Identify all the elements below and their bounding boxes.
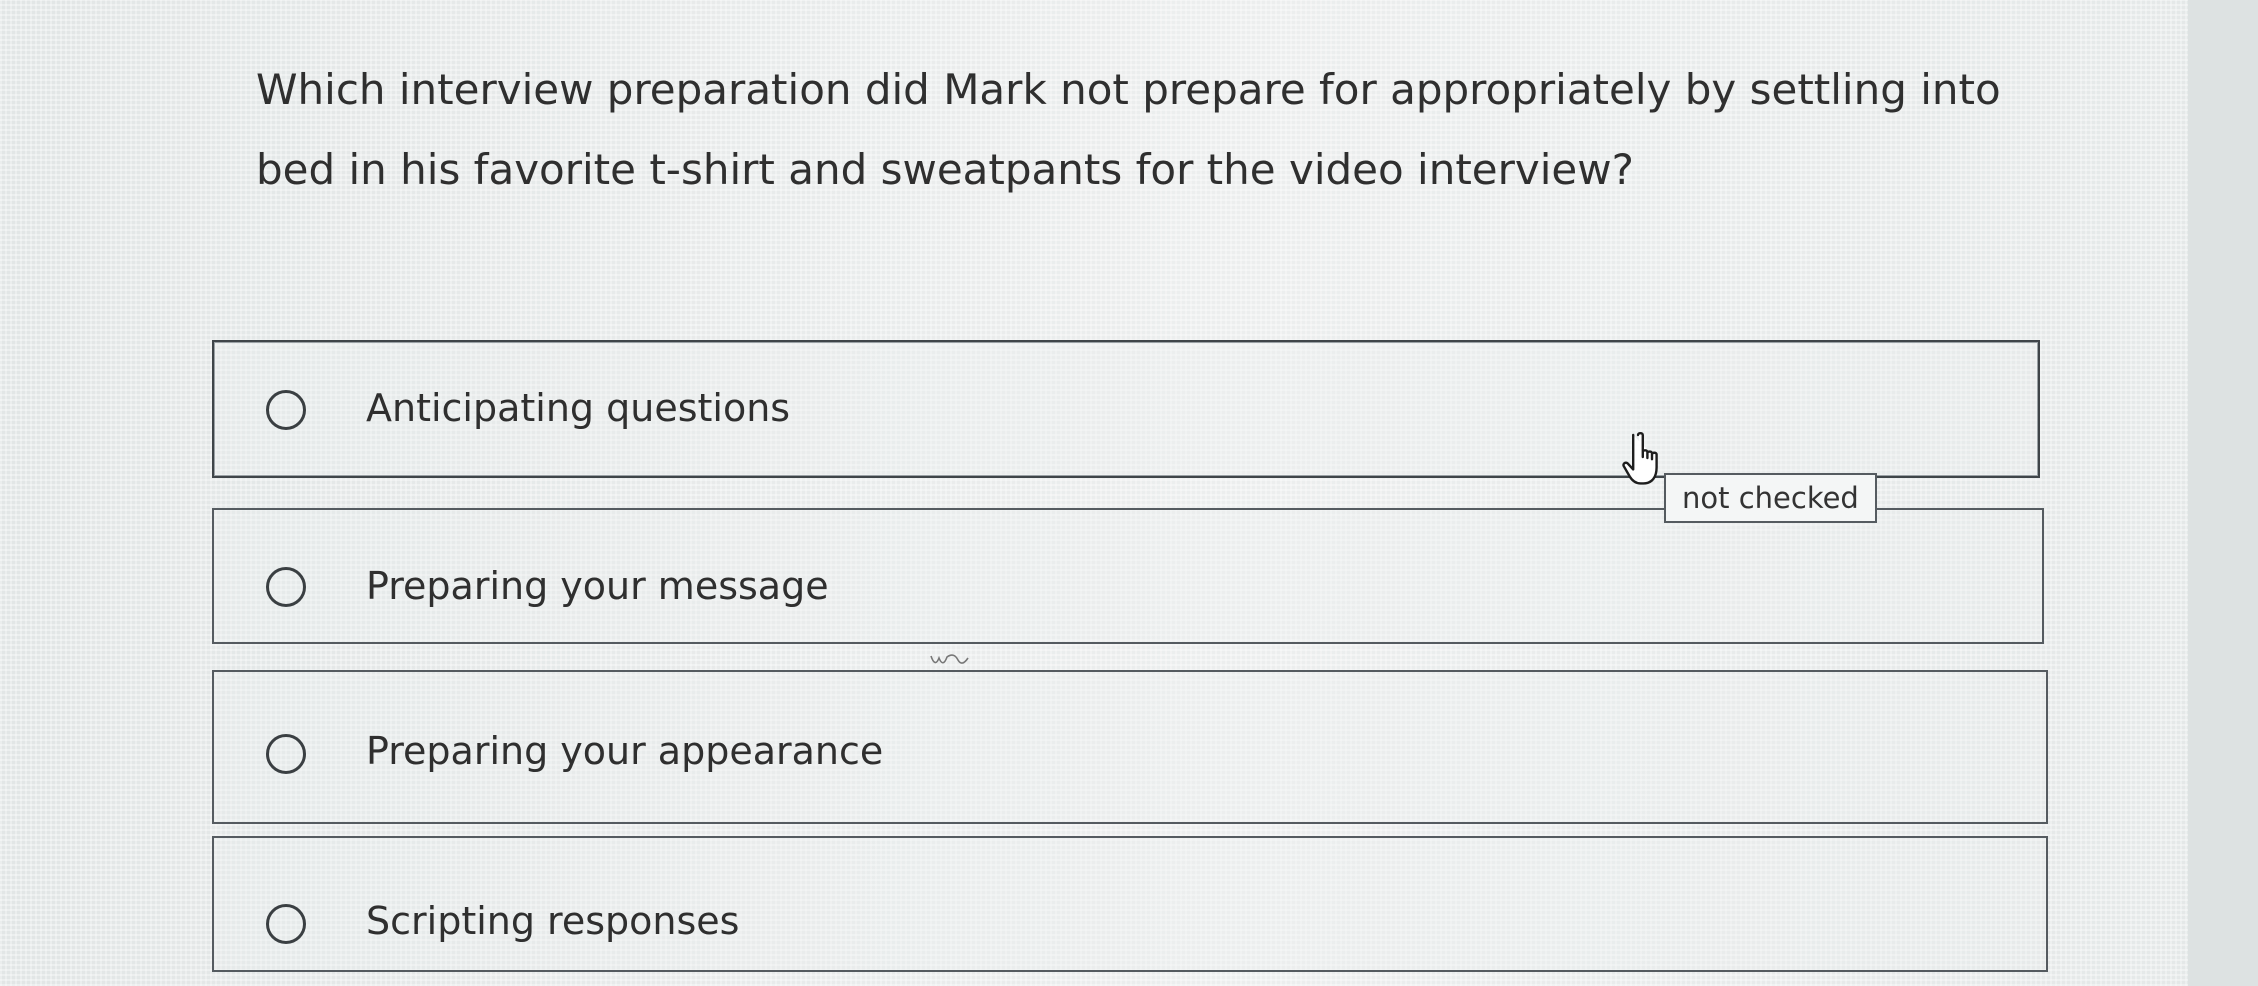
radio-unchecked-icon[interactable] xyxy=(266,390,306,430)
radio-state-tooltip: not checked xyxy=(1664,473,1877,523)
page-edge xyxy=(2188,0,2258,986)
radio-unchecked-icon[interactable] xyxy=(266,734,306,774)
radio-unchecked-icon[interactable] xyxy=(266,567,306,607)
answer-option-anticipating-questions[interactable]: Anticipating questions xyxy=(212,340,2040,478)
answer-option-label: Anticipating questions xyxy=(366,386,791,430)
scribble-mark xyxy=(930,654,969,664)
hand-pointer-icon xyxy=(1622,432,1658,485)
quiz-screen: Which interview preparation did Mark not… xyxy=(0,0,2258,986)
answer-option-label: Preparing your message xyxy=(366,564,829,608)
answer-option-preparing-your-appearance[interactable]: Preparing your appearance xyxy=(212,670,2048,824)
answer-option-scripting-responses[interactable]: Scripting responses xyxy=(212,836,2048,972)
question-text: Which interview preparation did Mark not… xyxy=(256,65,2001,194)
radio-unchecked-icon[interactable] xyxy=(266,904,306,944)
answer-option-preparing-your-message[interactable]: Preparing your message xyxy=(212,508,2044,644)
answer-option-label: Preparing your appearance xyxy=(366,729,884,773)
answer-option-label: Scripting responses xyxy=(366,899,740,943)
